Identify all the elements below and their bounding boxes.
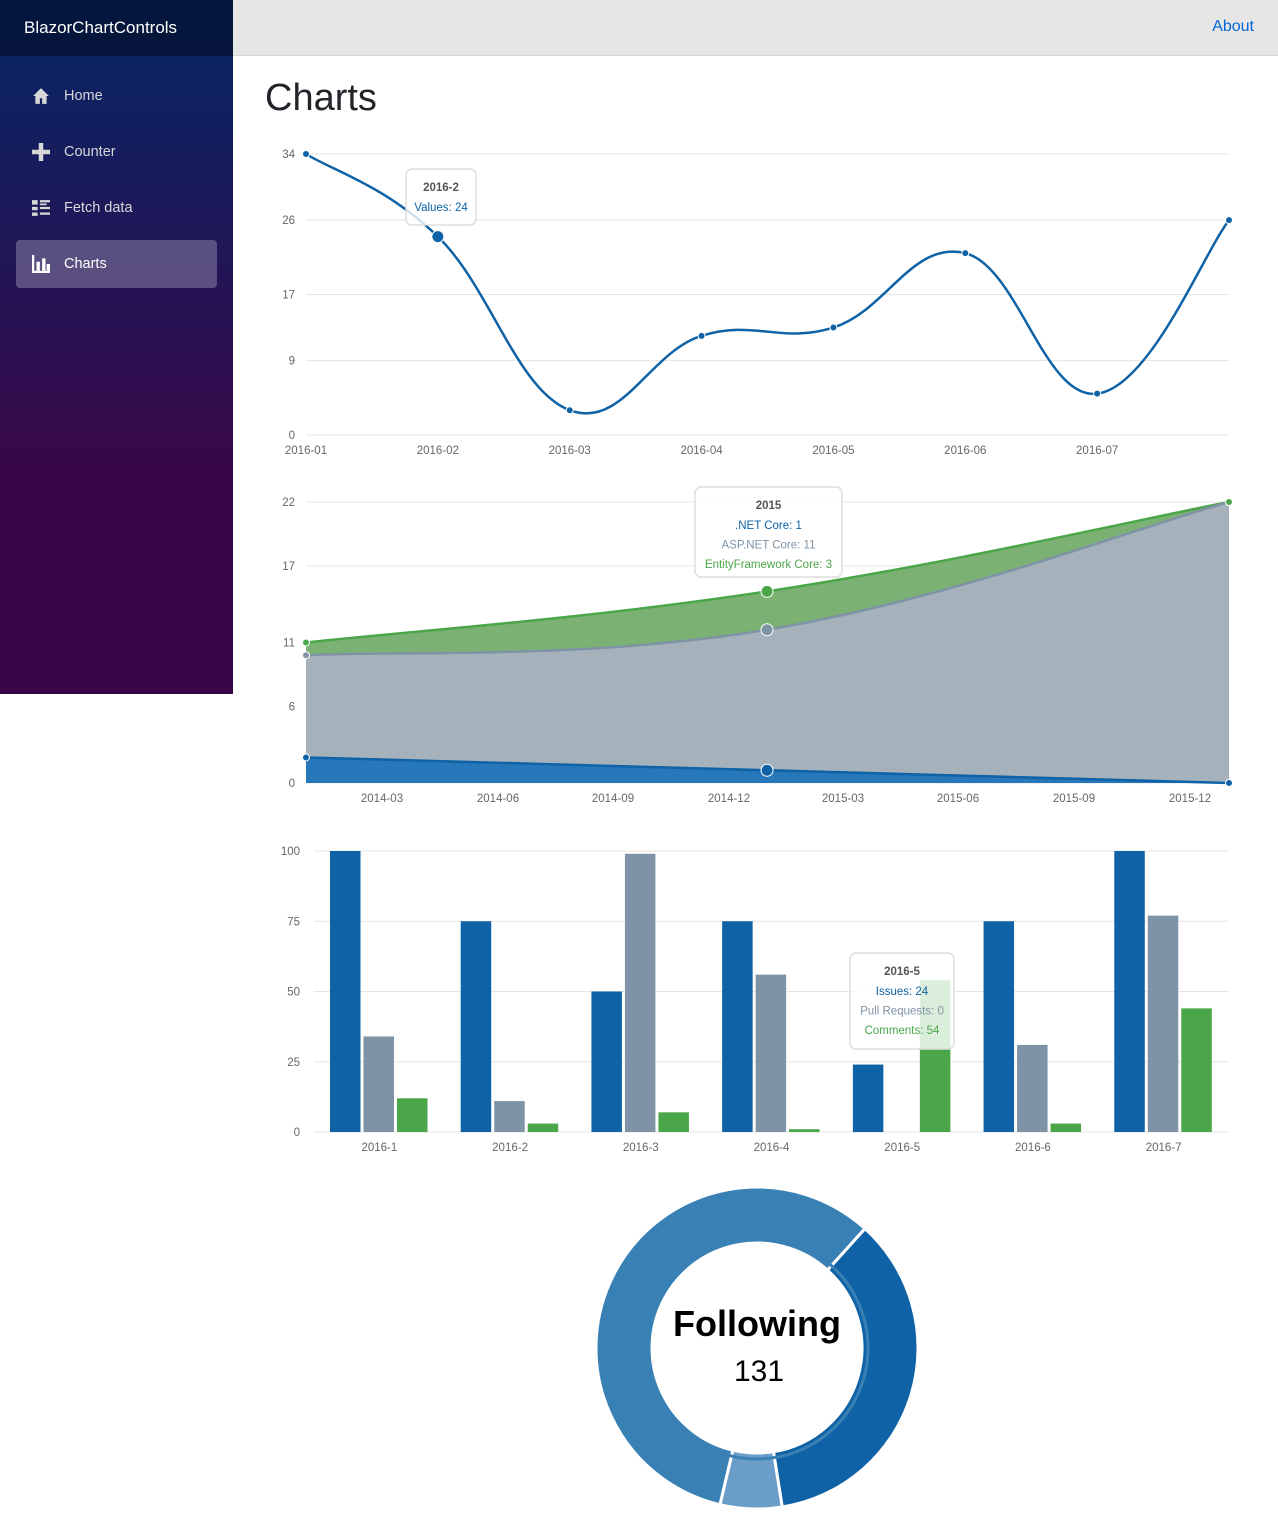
x-tick-label: 2016-07: [1076, 445, 1118, 457]
y-tick-label: 75: [287, 916, 300, 928]
tooltip-line: .NET Core: 1: [735, 520, 802, 532]
tooltip-title: 2016-5: [884, 966, 920, 978]
x-tick-label: 2016-05: [812, 445, 854, 457]
y-tick-label: 50: [287, 987, 300, 999]
tooltip-line: Comments: 54: [865, 1025, 940, 1037]
x-tick-label: 2016-01: [285, 445, 327, 457]
data-point: [431, 230, 445, 244]
y-tick-label: 26: [282, 215, 295, 227]
donut-center-value: 131: [734, 1355, 784, 1388]
x-tick-label: 2014-03: [361, 793, 403, 805]
x-tick-label: 2014-06: [477, 793, 519, 805]
x-tick-label: 2016-03: [549, 445, 591, 457]
donut-inner-ring: [644, 1235, 870, 1461]
y-tick-label: 6: [289, 701, 295, 713]
area-chart[interactable]: 22 17 11 6 0 2014-03 2014-06 2014-09 2014-12 2015…: [0, 480, 1278, 820]
y-tick-label: 17: [282, 290, 295, 302]
bar: [1017, 1044, 1048, 1132]
x-tick-label: 2016-02: [417, 445, 459, 457]
x-tick-label: 2016-2: [492, 1142, 528, 1154]
app-brand[interactable]: BlazorChartControls: [24, 18, 177, 38]
sidebar-item-home[interactable]: Home: [16, 72, 217, 120]
x-tick-label: 2016-04: [680, 445, 723, 457]
bar: [397, 1098, 428, 1132]
bar-chart[interactable]: 100 75 50 25 0 2016-1 2016-2 2016-3 2016-4 2016-5…: [0, 830, 1278, 1170]
y-tick-label: 22: [282, 497, 295, 509]
x-tick-label: 2016-6: [1015, 1142, 1051, 1154]
y-tick-label: 34: [282, 149, 295, 161]
data-point: [829, 323, 838, 332]
sidebar-item-label: Home: [64, 88, 103, 104]
data-point: [302, 638, 310, 647]
y-tick-label: 25: [287, 1057, 300, 1069]
bar: [330, 851, 361, 1132]
donut-slice: [771, 1226, 920, 1509]
donut-center-title: Following: [673, 1303, 841, 1344]
data-point: [961, 249, 970, 258]
x-tick-label: 2016-06: [944, 445, 986, 457]
x-tick-label: 2016-7: [1146, 1142, 1182, 1154]
x-tick-label: 2014-12: [708, 793, 750, 805]
x-tick-label: 2016-3: [623, 1142, 659, 1154]
y-tick-label: 0: [289, 778, 295, 790]
y-tick-label: 17: [282, 561, 295, 573]
data-point: [760, 584, 774, 598]
x-tick-label: 2016-5: [884, 1142, 920, 1154]
data-point: [302, 150, 310, 158]
y-tick-label: 0: [289, 430, 295, 442]
tooltip-box: [405, 168, 477, 226]
data-point: [1225, 498, 1233, 506]
bar: [722, 921, 753, 1132]
data-point: [697, 331, 706, 340]
bar: [494, 1101, 525, 1132]
tooltip-line: EntityFramework Core: 3: [705, 559, 832, 571]
bar: [1050, 1123, 1082, 1132]
bar: [789, 1129, 820, 1132]
x-tick-label: 2015-09: [1053, 793, 1095, 805]
bar: [460, 921, 492, 1132]
y-tick-label: 0: [294, 1127, 300, 1139]
bar: [1181, 1008, 1212, 1132]
x-tick-label: 2015-12: [1169, 793, 1211, 805]
tooltip-line: Pull Requests: 0: [860, 1006, 944, 1018]
bar: [983, 921, 1015, 1132]
bar: [1147, 915, 1179, 1132]
x-tick-label: 2014-09: [592, 793, 634, 805]
data-point: [1225, 216, 1233, 225]
bar: [591, 991, 622, 1132]
bar: [624, 853, 656, 1132]
tooltip-line: ASP.NET Core: 11: [722, 540, 816, 552]
y-tick-label: 11: [283, 638, 295, 650]
data-point: [565, 406, 574, 415]
tooltip-line: Values: 24: [414, 202, 468, 214]
about-link[interactable]: About: [1212, 18, 1254, 36]
page-title: Charts: [265, 77, 377, 119]
bar: [527, 1123, 559, 1132]
data-point: [1093, 389, 1102, 398]
x-tick-label: 2015-06: [937, 793, 979, 805]
top-bar: About: [233, 0, 1278, 56]
data-point: [760, 623, 774, 637]
y-tick-label: 9: [289, 356, 295, 368]
x-tick-label: 2016-4: [754, 1142, 790, 1154]
data-point: [1225, 779, 1233, 787]
bar: [852, 1064, 884, 1132]
bar: [755, 974, 787, 1132]
tooltip-title: 2016-2: [423, 182, 459, 194]
brand-bar: BlazorChartControls: [0, 0, 233, 56]
data-point: [302, 651, 310, 660]
bar: [363, 1036, 394, 1132]
data-point: [302, 753, 310, 762]
y-tick-label: 100: [281, 846, 300, 858]
donut-chart[interactable]: Following 131: [0, 1170, 1278, 1524]
data-point: [760, 763, 774, 777]
bar: [1114, 851, 1145, 1132]
bar: [658, 1112, 689, 1132]
x-tick-label: 2016-1: [361, 1142, 397, 1154]
x-tick-label: 2015-03: [822, 793, 864, 805]
tooltip-title: 2015: [756, 500, 782, 512]
home-icon: [33, 88, 49, 104]
tooltip-line: Issues: 24: [876, 986, 929, 998]
